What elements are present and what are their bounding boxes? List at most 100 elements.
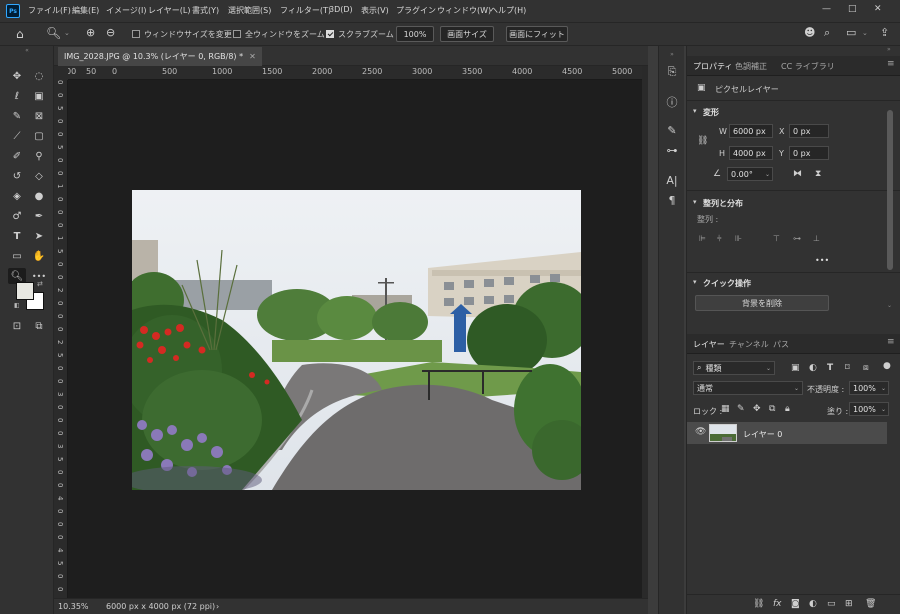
tab-adjustments[interactable]: 色調補正 [735,61,767,72]
panel-menu-icon[interactable]: ≡ [887,59,895,69]
menu-file[interactable]: ファイル(F) [28,5,71,16]
layer-name[interactable]: レイヤー 0 [743,429,782,440]
foreground-color-swatch[interactable] [16,282,34,300]
minimize-icon[interactable]: — [822,4,831,14]
home-icon[interactable]: ⌂ [16,27,24,41]
paint-bucket-tool-icon[interactable]: ◈ [8,188,26,204]
fx-icon[interactable]: fx [773,599,782,609]
screen-mode-icon[interactable]: ⧉ [30,318,48,334]
maximize-icon[interactable]: □ [848,4,857,14]
collapse-panels-icon[interactable]: » [887,46,891,53]
zoom-all-checkbox[interactable] [233,30,241,38]
more-options-icon[interactable]: ••• [815,256,829,265]
lock-pixels-icon[interactable]: ✎ [737,404,745,414]
new-group-icon[interactable]: ▭ [827,599,836,609]
zoom-100-button[interactable]: 100% [396,26,434,42]
filter-smart-icon[interactable]: ⧈ [863,363,869,373]
fill-screen-button[interactable]: 画面にフィット [506,26,568,42]
crop-tool-icon[interactable]: ⊠ [30,108,48,124]
paragraph-icon[interactable]: ¶ [664,192,680,208]
swap-colors-icon[interactable]: ⇄ [37,280,43,288]
tab-properties[interactable]: プロパティ [693,61,733,72]
height-field[interactable]: 4000 px [729,146,773,160]
brush-settings-icon[interactable]: ✎ [664,122,680,138]
frame-tool-icon[interactable]: ▢ [30,128,48,144]
layer-filter-select[interactable]: ⌕ 種類 ⌄ [693,361,775,375]
zoom-tool-icon[interactable]: 🔍︎ [46,26,61,40]
brush-tool-icon[interactable]: ✐ [8,148,26,164]
info-icon[interactable]: ⓘ [664,94,680,110]
zoom-out-icon[interactable]: ⊖ [106,26,115,39]
opacity-field[interactable]: 100% ⌄ [849,381,889,395]
visibility-eye-icon[interactable]: 👁︎ [695,427,706,437]
filter-pixel-icon[interactable]: ▣ [791,363,800,373]
angle-chevron-icon[interactable]: ⌄ [765,171,770,178]
align-top-icon[interactable]: ⊤ [773,234,783,244]
search-icon[interactable]: ⌕ [824,26,830,40]
eyedropper-tool-icon[interactable]: ⟋ [8,128,26,144]
tab-cc-libraries[interactable]: CC ライブラリ [781,61,835,72]
zoom-readout[interactable]: 10.35% [58,602,89,611]
close-icon[interactable]: ✕ [874,4,882,14]
eraser-tool-icon[interactable]: ◇ [30,168,48,184]
filter-toggle-icon[interactable]: ● [883,361,891,371]
lock-transparency-icon[interactable]: ▦ [721,404,730,414]
y-field[interactable]: 0 px [789,146,829,160]
default-colors-icon[interactable]: ◧ [14,302,20,309]
workspace-icon[interactable]: ▭ [846,26,856,39]
align-middle-v-icon[interactable]: ⊶ [793,234,803,244]
align-right-icon[interactable]: ⊪ [735,234,745,244]
ruler-top[interactable]: 0050050010001500200025003000350040004500… [68,66,642,80]
resize-windows-checkbox[interactable] [132,30,140,38]
status-menu-chevron-icon[interactable]: › [216,602,219,611]
flip-horizontal-icon[interactable]: ⧓ [793,169,802,179]
adjustments-icon[interactable]: ⊶ [664,142,680,158]
canvas-vertical-scrollbar[interactable] [642,66,648,598]
x-field[interactable]: 0 px [789,124,829,138]
rectangle-tool-icon[interactable]: ▭ [8,248,26,264]
tab-channels[interactable]: チャンネル [729,339,769,350]
collapse-dock-icon[interactable]: » [664,46,680,62]
align-center-h-icon[interactable]: ⫩ [717,234,727,244]
link-layers-icon[interactable]: ⛓ [753,599,764,609]
add-mask-icon[interactable]: ◙ [791,599,800,609]
menu-layer[interactable]: レイヤー(L) [148,5,190,16]
layer-row[interactable]: 👁︎ レイヤー 0 [687,422,887,444]
layers-menu-icon[interactable]: ≡ [887,337,895,347]
menu-select[interactable]: 選択範囲(S) [228,5,271,16]
menu-image[interactable]: イメージ(I) [106,5,146,16]
character-icon[interactable]: A| [664,172,680,188]
lock-all-icon[interactable]: 🔒︎ [785,404,790,414]
marquee-tool-icon[interactable]: ◌ [30,68,48,84]
quick-select-tool-icon[interactable]: ✎ [8,108,26,124]
history-brush-tool-icon[interactable]: ↺ [8,168,26,184]
menu-view[interactable]: 表示(V) [361,5,389,16]
menu-type[interactable]: 書式(Y) [192,5,219,16]
angle-field[interactable]: 0.00° ⌄ [727,167,773,181]
adjustment-layer-icon[interactable]: ◐ [809,599,817,609]
width-field[interactable]: 6000 px [729,124,773,138]
remove-background-button[interactable]: 背景を削除 [695,295,829,311]
zoom-in-icon[interactable]: ⊕ [86,26,95,39]
hand-tool-icon[interactable]: ✋ [30,248,48,264]
move-tool-icon[interactable]: ✥ [8,68,26,84]
close-tab-icon[interactable]: ✕ [249,52,256,61]
lock-artboard-icon[interactable]: ⧉ [769,404,775,414]
delete-layer-icon[interactable]: 🗑︎ [865,599,876,609]
tab-paths[interactable]: パス [773,339,789,350]
fit-screen-button[interactable]: 画面サイズ [440,26,494,42]
share-icon[interactable]: ⇪ [880,26,889,39]
stamp-tool-icon[interactable]: ⚲ [30,148,48,164]
filter-adjust-icon[interactable]: ◐ [809,363,817,373]
menu-3d[interactable]: 3D(D) [329,5,353,14]
share-user-icon[interactable]: ☻ [804,26,815,39]
menu-window[interactable]: ウィンドウ(W) [437,5,491,16]
type-tool-icon[interactable]: T [8,228,26,244]
quick-actions-collapse-icon[interactable]: ▾ [693,278,697,286]
lasso-tool-icon[interactable]: ℓ [8,88,26,104]
filter-type-icon[interactable]: T [827,363,833,373]
blend-mode-select[interactable]: 通常 ⌄ [693,381,803,395]
chevron-down-icon[interactable]: ⌄ [64,29,70,37]
fill-field[interactable]: 100% ⌄ [849,402,889,416]
tab-layers[interactable]: レイヤー [693,339,725,350]
